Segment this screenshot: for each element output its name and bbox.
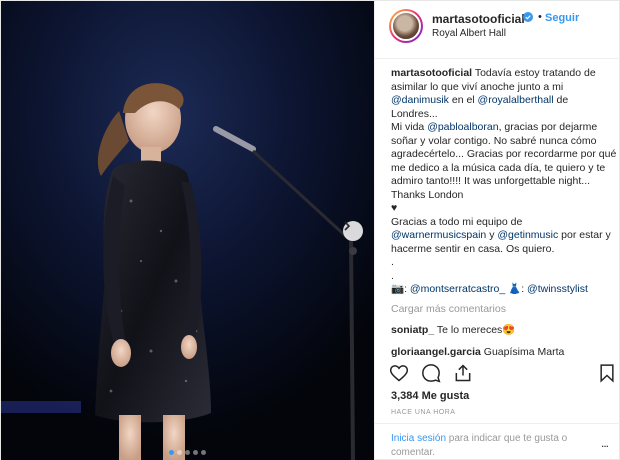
follow-button[interactable]: Seguir [545, 12, 579, 24]
comment-text: Te lo mereces😍 [436, 324, 516, 336]
comment-item: soniatp_ Te lo mereces😍 [391, 324, 617, 338]
load-more-comments[interactable]: Cargar más comentarios [391, 303, 617, 317]
likes-count[interactable]: 3,384 Me gusta [391, 390, 469, 402]
comment-item: gloriaangel.garcia Guapísima Marta [391, 346, 617, 358]
caption-text: y [486, 229, 498, 241]
carousel-dot [193, 450, 198, 455]
avatar[interactable] [389, 9, 423, 43]
mention-link[interactable]: @danimusik [391, 94, 449, 106]
mention-link[interactable]: @royalalberthall [478, 94, 554, 106]
post-photo[interactable] [1, 1, 374, 460]
dress-glyph: 👗 [508, 283, 522, 295]
concert-photo-illustration [1, 1, 374, 460]
carousel-dot [177, 450, 182, 455]
action-bar [375, 359, 620, 387]
chevron-right-icon [344, 221, 351, 231]
mention-link[interactable]: @twinsstylist [527, 283, 588, 295]
instagram-post: martasotooficial • Seguir Royal Albert H… [0, 0, 620, 460]
login-footer: Inicia sesión para indicar que te gusta … [375, 423, 620, 460]
post-caption: martasotooficial Todavía estoy tratando … [391, 67, 617, 297]
camera-glyph: 📷 [391, 283, 405, 295]
carousel-indicators [1, 450, 374, 455]
caption-text: Gracias a todo mi equipo de [391, 215, 523, 228]
next-photo-button[interactable] [343, 221, 363, 241]
login-prompt: Inicia sesión para indicar que te gusta … [391, 432, 591, 460]
mention-link[interactable]: @getinmusic [497, 229, 558, 241]
carousel-dot [201, 450, 206, 455]
verified-badge-icon [523, 12, 533, 22]
post-header: martasotooficial • Seguir Royal Albert H… [375, 1, 620, 59]
post-timestamp[interactable]: HACE UNA HORA [391, 409, 455, 416]
mention-link[interactable]: @montserratcastro_ [410, 283, 505, 295]
more-options-icon[interactable]: ... [601, 436, 609, 450]
share-icon[interactable] [453, 363, 473, 383]
caption-text: en el [448, 94, 478, 106]
bookmark-icon[interactable] [597, 363, 617, 383]
comment-icon[interactable] [421, 363, 441, 383]
heart-outline-icon[interactable] [389, 363, 409, 383]
mention-link[interactable]: @pabloalboran [427, 121, 498, 133]
comment-author[interactable]: soniatp_ [391, 324, 434, 336]
header-separator: • [538, 11, 542, 23]
carousel-dot [169, 450, 174, 455]
carousel-dot [185, 450, 190, 455]
mention-link[interactable]: @warnermusicspain [391, 229, 486, 241]
header-username[interactable]: martasotooficial [432, 12, 525, 26]
post-location[interactable]: Royal Albert Hall [432, 28, 506, 39]
comment-text: Guapísima Marta [483, 345, 565, 358]
heart-glyph: ♥ [391, 202, 398, 214]
caption-author[interactable]: martasotooficial [391, 67, 472, 79]
login-link[interactable]: Inicia sesión [391, 433, 446, 444]
comments-section: martasotooficial Todavía estoy tratando … [391, 67, 617, 357]
comment-author[interactable]: gloriaangel.garcia [391, 346, 481, 358]
post-side-panel: martasotooficial • Seguir Royal Albert H… [374, 1, 620, 460]
